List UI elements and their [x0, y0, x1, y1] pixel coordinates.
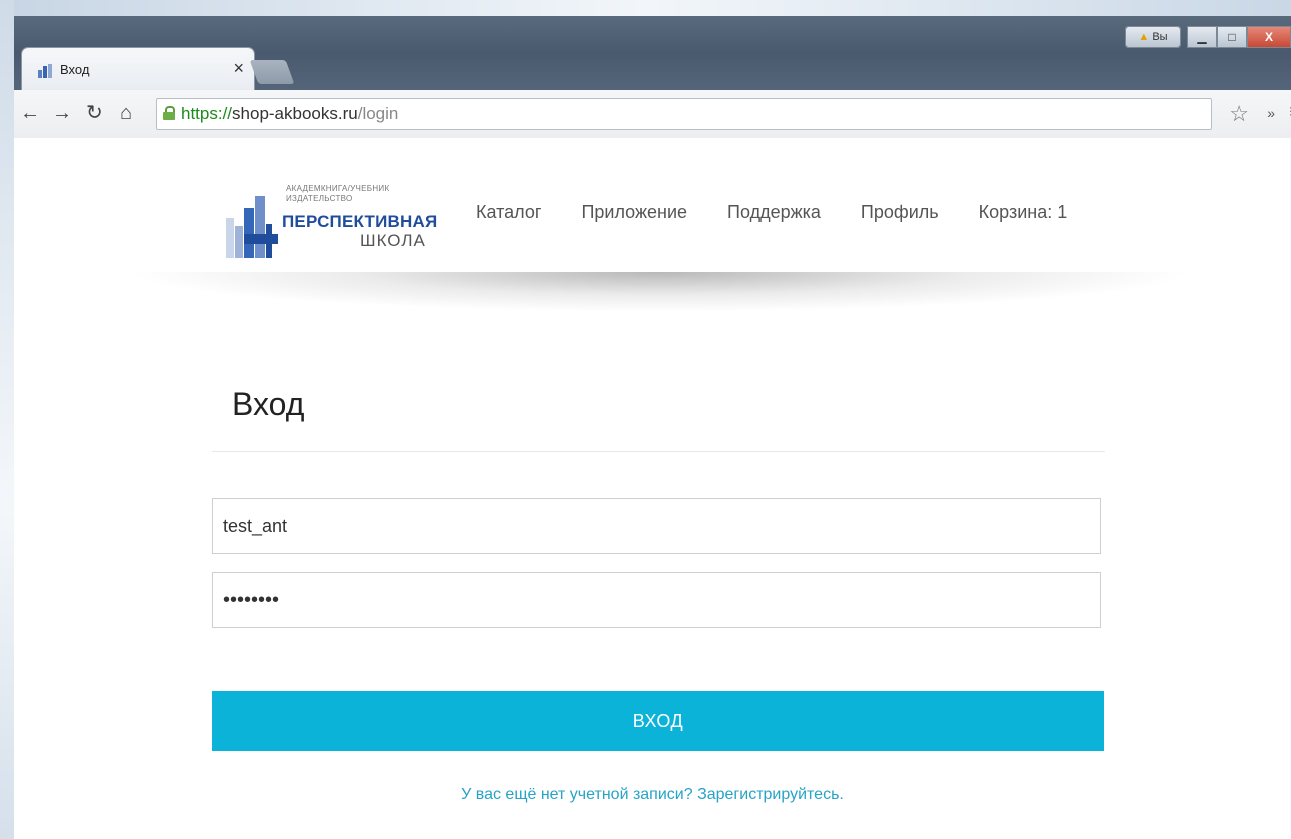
warning-badge[interactable]: ▲ Вы — [1125, 26, 1181, 48]
favicon-icon — [38, 64, 52, 78]
header-shadow — [124, 272, 1194, 312]
address-bar[interactable]: https://shop-akbooks.ru/login ☆ » ≡ — [156, 98, 1291, 130]
nav-profile[interactable]: Профиль — [861, 202, 939, 223]
nav-support[interactable]: Поддержка — [727, 202, 821, 223]
close-tab-icon[interactable]: × — [233, 58, 244, 79]
extensions-chevron-icon[interactable]: » — [1267, 105, 1275, 121]
url-text: https://shop-akbooks.ru/login — [181, 104, 399, 123]
reload-icon[interactable]: ↻ — [86, 102, 103, 124]
new-tab-button[interactable] — [249, 60, 295, 84]
register-link[interactable]: У вас ещё нет учетной записи? Зарегистри… — [14, 786, 1291, 804]
minimize-icon[interactable]: ▁ — [1187, 26, 1217, 48]
main-nav: Каталог Приложение Поддержка Профиль Кор… — [476, 202, 1067, 223]
password-input[interactable] — [212, 572, 1101, 628]
site-logo[interactable]: АКАДЕМКНИГА/УЧЕБНИК ИЗДАТЕЛЬСТВО ПЕРСПЕК… — [226, 168, 446, 268]
browser-window: Вход × ▲ Вы ▁ □ X ← → ↻ ⌂ https://shop-a… — [14, 16, 1291, 839]
lock-icon — [163, 106, 175, 120]
window-controls: ▲ Вы ▁ □ X — [1125, 26, 1291, 48]
logo-main-text: ПЕРСПЕКТИВНАЯ — [282, 212, 438, 231]
title-divider — [212, 451, 1105, 452]
web-page: АКАДЕМКНИГА/УЧЕБНИК ИЗДАТЕЛЬСТВО ПЕРСПЕК… — [14, 138, 1291, 839]
maximize-icon[interactable]: □ — [1217, 26, 1247, 48]
logo-small-text: АКАДЕМКНИГА/УЧЕБНИК ИЗДАТЕЛЬСТВО — [286, 184, 390, 203]
nav-app[interactable]: Приложение — [581, 202, 687, 223]
site-header: АКАДЕМКНИГА/УЧЕБНИК ИЗДАТЕЛЬСТВО ПЕРСПЕК… — [214, 168, 1114, 268]
browser-toolbar: ← → ↻ ⌂ https://shop-akbooks.ru/login ☆ … — [14, 90, 1291, 139]
forward-arrow-icon[interactable]: → — [52, 102, 72, 124]
username-input[interactable] — [212, 498, 1101, 554]
tab-title: Вход — [60, 62, 90, 77]
logo-mark-icon — [226, 188, 286, 258]
browser-tab[interactable]: Вход × — [22, 48, 254, 90]
warning-label: Вы — [1152, 31, 1168, 43]
slide-left-decoration — [0, 0, 14, 839]
nav-catalog[interactable]: Каталог — [476, 202, 541, 223]
close-window-icon[interactable]: X — [1247, 26, 1291, 48]
bookmark-star-icon[interactable]: ☆ — [1229, 101, 1249, 127]
logo-sub-text: ШКОЛА — [360, 231, 426, 250]
home-icon[interactable]: ⌂ — [120, 102, 132, 124]
nav-cart[interactable]: Корзина: 1 — [979, 202, 1068, 223]
page-title: Вход — [232, 386, 305, 422]
back-arrow-icon[interactable]: ← — [20, 102, 40, 124]
browser-titlebar: Вход × ▲ Вы ▁ □ X — [14, 16, 1291, 90]
warning-icon: ▲ — [1138, 31, 1150, 43]
login-button[interactable]: ВХОД — [212, 691, 1104, 751]
